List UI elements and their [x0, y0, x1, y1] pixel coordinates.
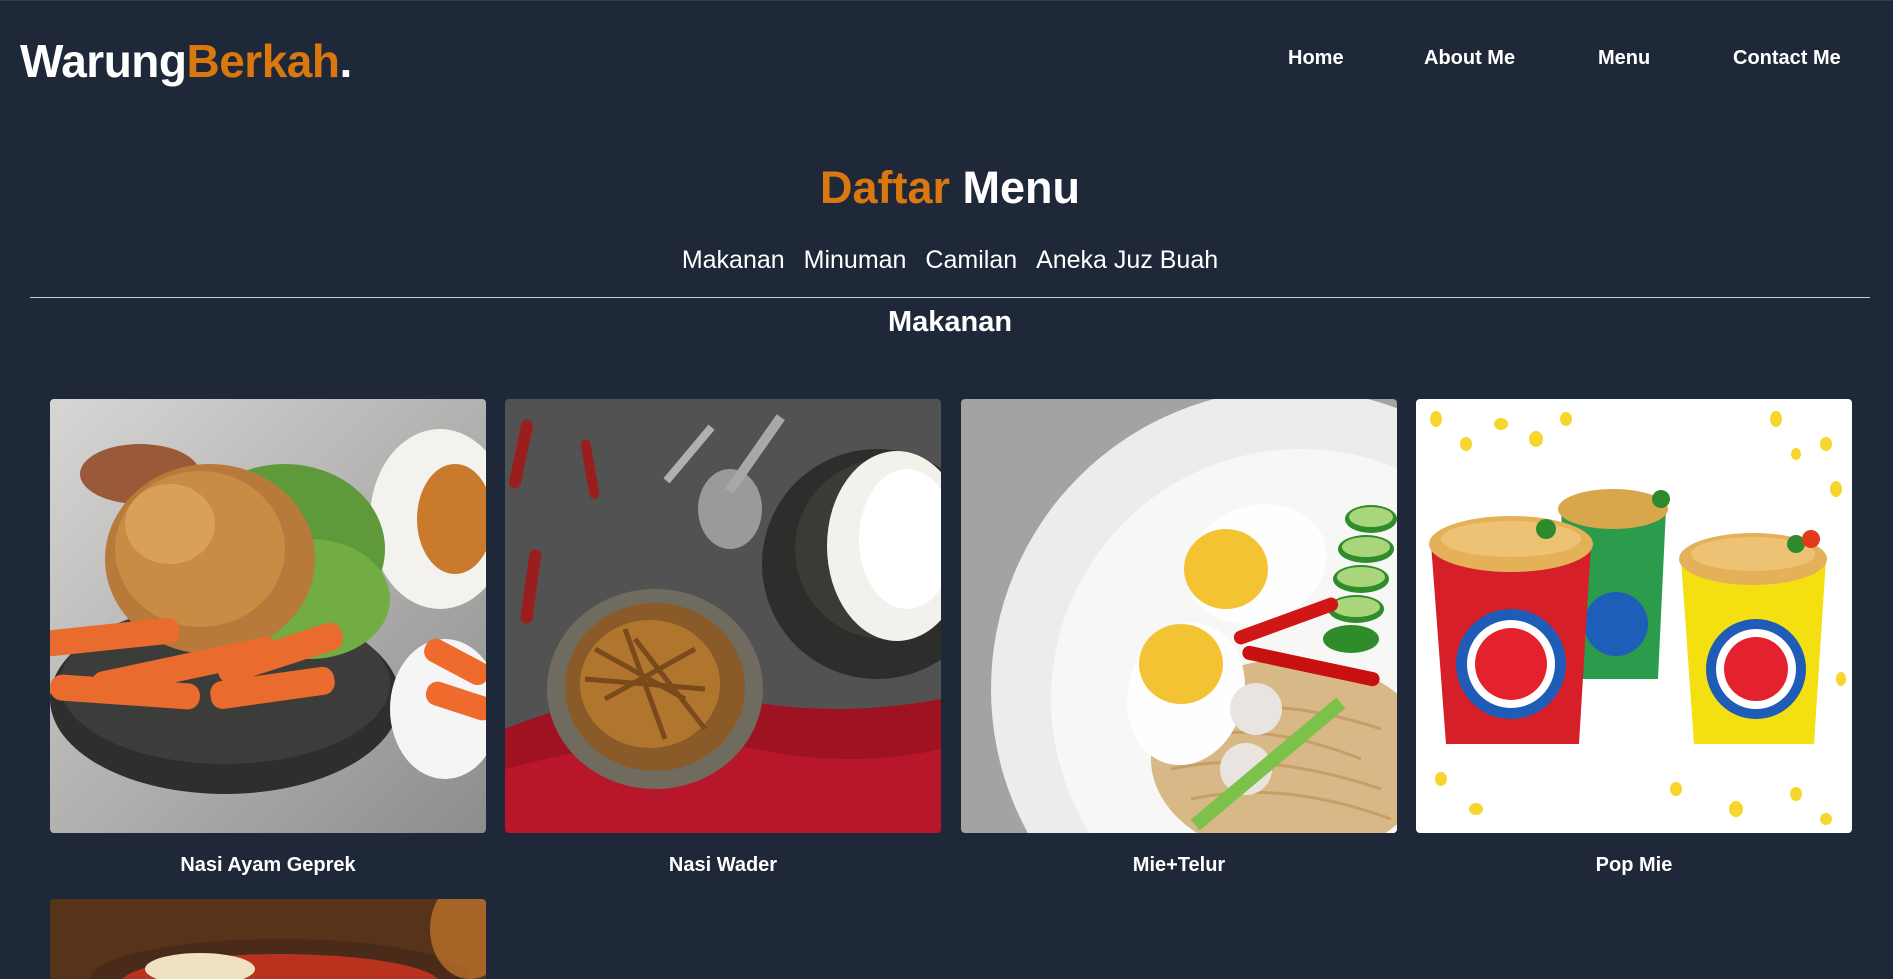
category-tab-makanan[interactable]: Makanan	[682, 246, 785, 274]
menu-item-name-nasi-ayam-geprek: Nasi Ayam Geprek	[180, 854, 356, 876]
category-tab-aneka-juz-buah[interactable]: Aneka Juz Buah	[1036, 246, 1218, 274]
menu-item-image-nasi-wader[interactable]	[505, 399, 941, 833]
logo-text-berkah: Berkah	[186, 35, 340, 87]
logo-dot: .	[339, 35, 352, 87]
logo-text-warung: Warung	[20, 35, 187, 87]
menu-item-image-nasi-ayam-geprek[interactable]	[50, 399, 486, 833]
category-tabs: Makanan Minuman Camilan Aneka Juz Buah	[0, 244, 1893, 276]
category-tab-minuman[interactable]: Minuman	[804, 246, 907, 274]
top-navbar: WarungBerkah. Home About Me Menu Contact…	[0, 0, 1893, 111]
nav-home-link[interactable]: Home	[1288, 45, 1344, 71]
nav-menu-link[interactable]: Menu	[1598, 45, 1650, 71]
page-title-white: Menu	[962, 162, 1081, 213]
section-divider	[30, 297, 1870, 298]
section-title: Makanan	[887, 306, 1013, 338]
menu-item-image-mie-telur[interactable]	[961, 399, 1397, 833]
menu-item-name-nasi-wader: Nasi Wader	[668, 854, 778, 876]
nav-contact-link[interactable]: Contact Me	[1733, 45, 1841, 71]
nav-about-link[interactable]: About Me	[1424, 45, 1515, 71]
page-title: Daftar Menu	[0, 160, 1893, 216]
menu-item-image-partial[interactable]	[50, 899, 486, 979]
menu-item-name-pop-mie: Pop Mie	[1595, 854, 1673, 876]
menu-item-image-pop-mie[interactable]	[1416, 399, 1852, 833]
menu-item-name-mie-telur: Mie+Telur	[1132, 854, 1226, 876]
category-tab-camilan[interactable]: Camilan	[925, 246, 1017, 274]
site-logo[interactable]: WarungBerkah.	[20, 31, 352, 91]
page-title-orange: Daftar	[819, 162, 951, 213]
